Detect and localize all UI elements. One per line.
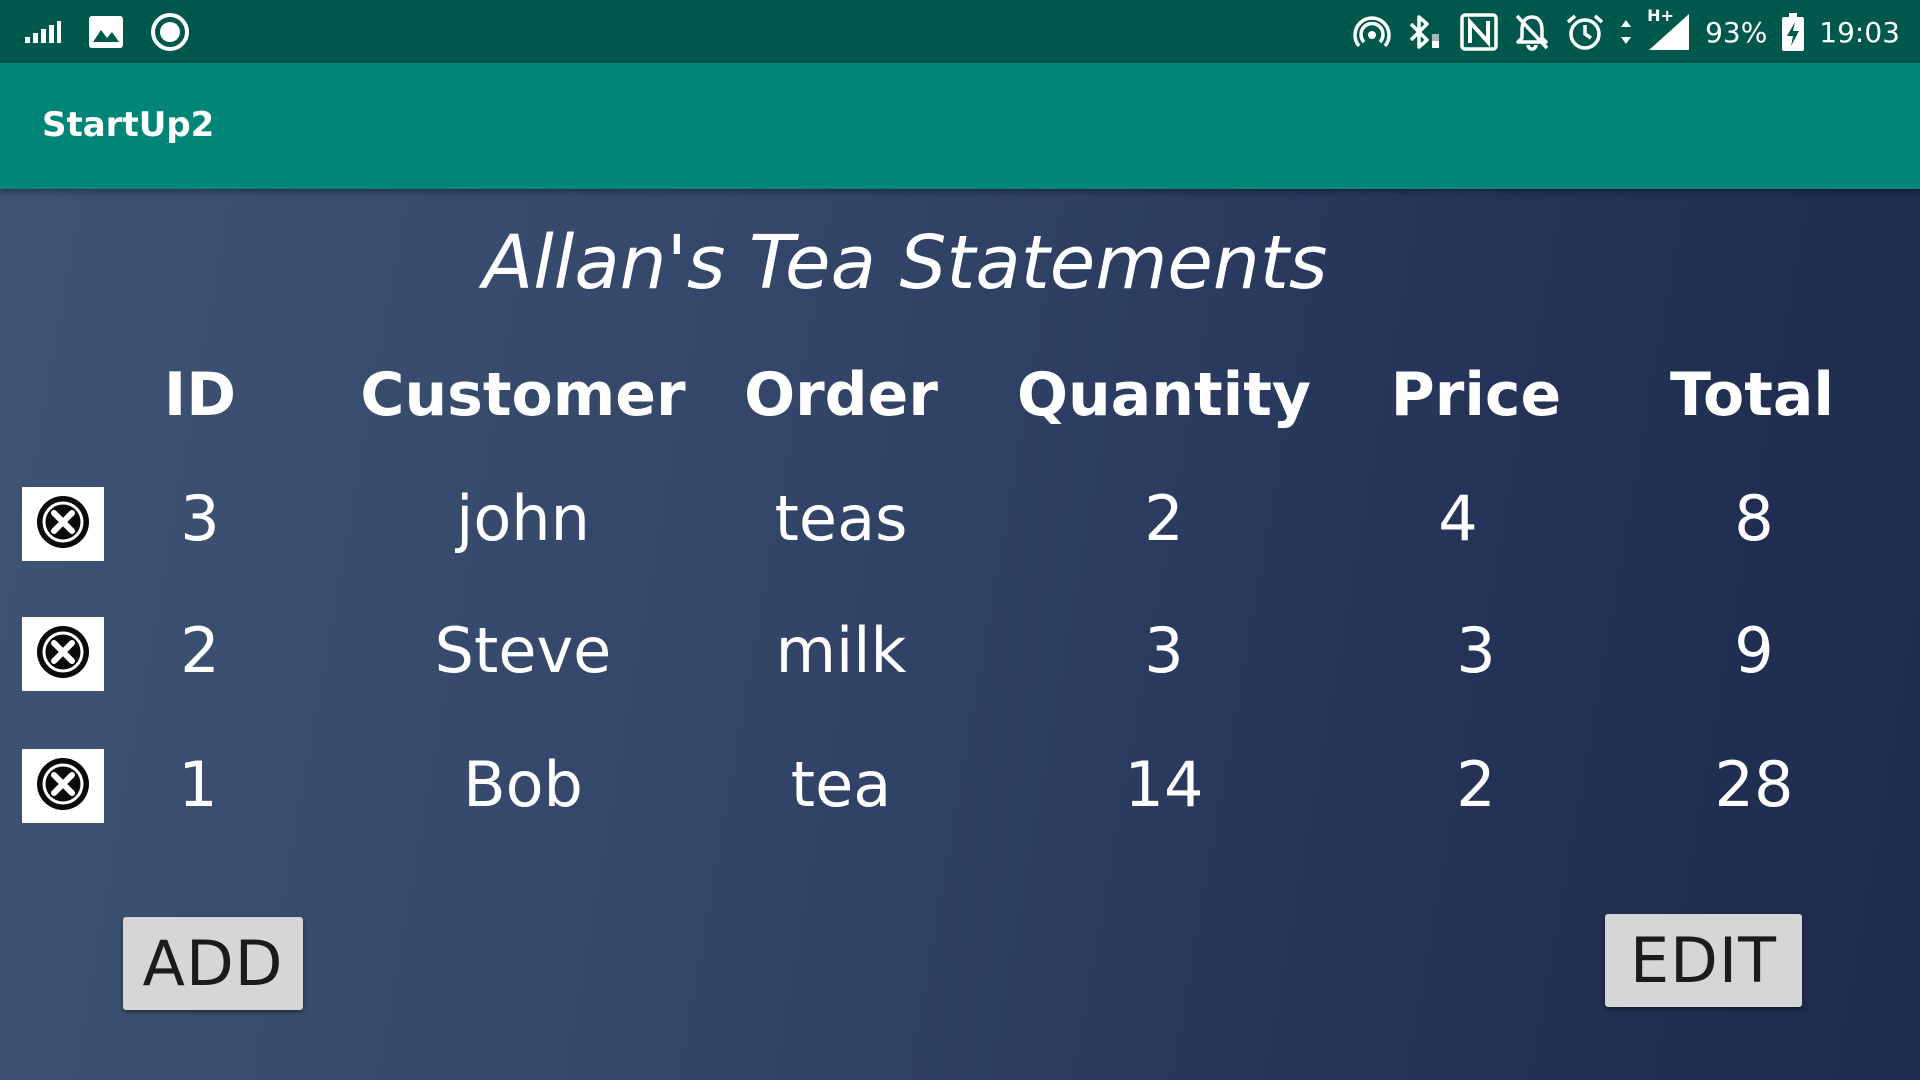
battery-percent: 93% [1705,15,1768,49]
delete-row-button[interactable] [22,749,104,823]
header-price: Price [1390,360,1562,430]
cell-id: 2 [180,614,220,687]
cell-customer: john [456,482,590,555]
cell-quantity: 2 [1144,482,1184,555]
circle-record-icon [150,12,190,52]
bell-off-icon [1513,12,1551,52]
alarm-icon [1565,12,1605,52]
status-bar: H+ 93% 19:03 [0,0,1920,63]
cell-total: 8 [1734,482,1774,555]
cell-total: 9 [1734,614,1774,687]
nfc-icon [1459,12,1499,52]
bluetooth-icon [1405,12,1445,52]
cell-price: 3 [1456,614,1496,687]
status-time: 19:03 [1819,15,1900,49]
cell-total: 28 [1714,748,1794,821]
add-button[interactable]: ADD [123,917,303,1010]
cell-order: teas [774,482,908,555]
close-circle-icon [35,494,91,554]
image-icon [88,15,124,49]
status-bar-left [24,12,190,52]
app-bar: StartUp2 [0,63,1920,189]
header-id: ID [163,360,237,430]
cell-order: tea [790,748,892,821]
cell-quantity: 14 [1124,748,1204,821]
cell-customer: Steve [434,614,612,687]
app-screen: H+ 93% 19:03 StartUp2 Allan's Tea Statem… [0,0,1920,1080]
cell-id: 1 [178,748,218,821]
data-arrows-icon [1619,14,1633,50]
cell-price: 4 [1438,482,1478,555]
battery-charging-icon [1781,12,1805,52]
signal-bars-icon [24,20,62,44]
cell-id: 3 [180,482,220,555]
status-bar-right: H+ 93% 19:03 [1353,6,1900,54]
page-title: Allan's Tea Statements [482,220,1328,306]
cell-price: 2 [1456,748,1496,821]
header-total: Total [1670,360,1834,430]
cell-signal-icon: H+ [1647,6,1691,52]
app-title: StartUp2 [42,105,215,145]
delete-row-button[interactable] [22,617,104,691]
header-customer: Customer [360,360,686,430]
hotspot-icon [1353,13,1391,51]
header-quantity: Quantity [1017,360,1311,430]
close-circle-icon [35,756,91,816]
cell-order: milk [775,614,907,687]
cell-customer: Bob [463,748,583,821]
header-order: Order [744,360,938,430]
network-type-label: H+ [1647,6,1674,25]
delete-row-button[interactable] [22,487,104,561]
close-circle-icon [35,624,91,684]
cell-quantity: 3 [1144,614,1184,687]
edit-button[interactable]: EDIT [1605,914,1802,1007]
